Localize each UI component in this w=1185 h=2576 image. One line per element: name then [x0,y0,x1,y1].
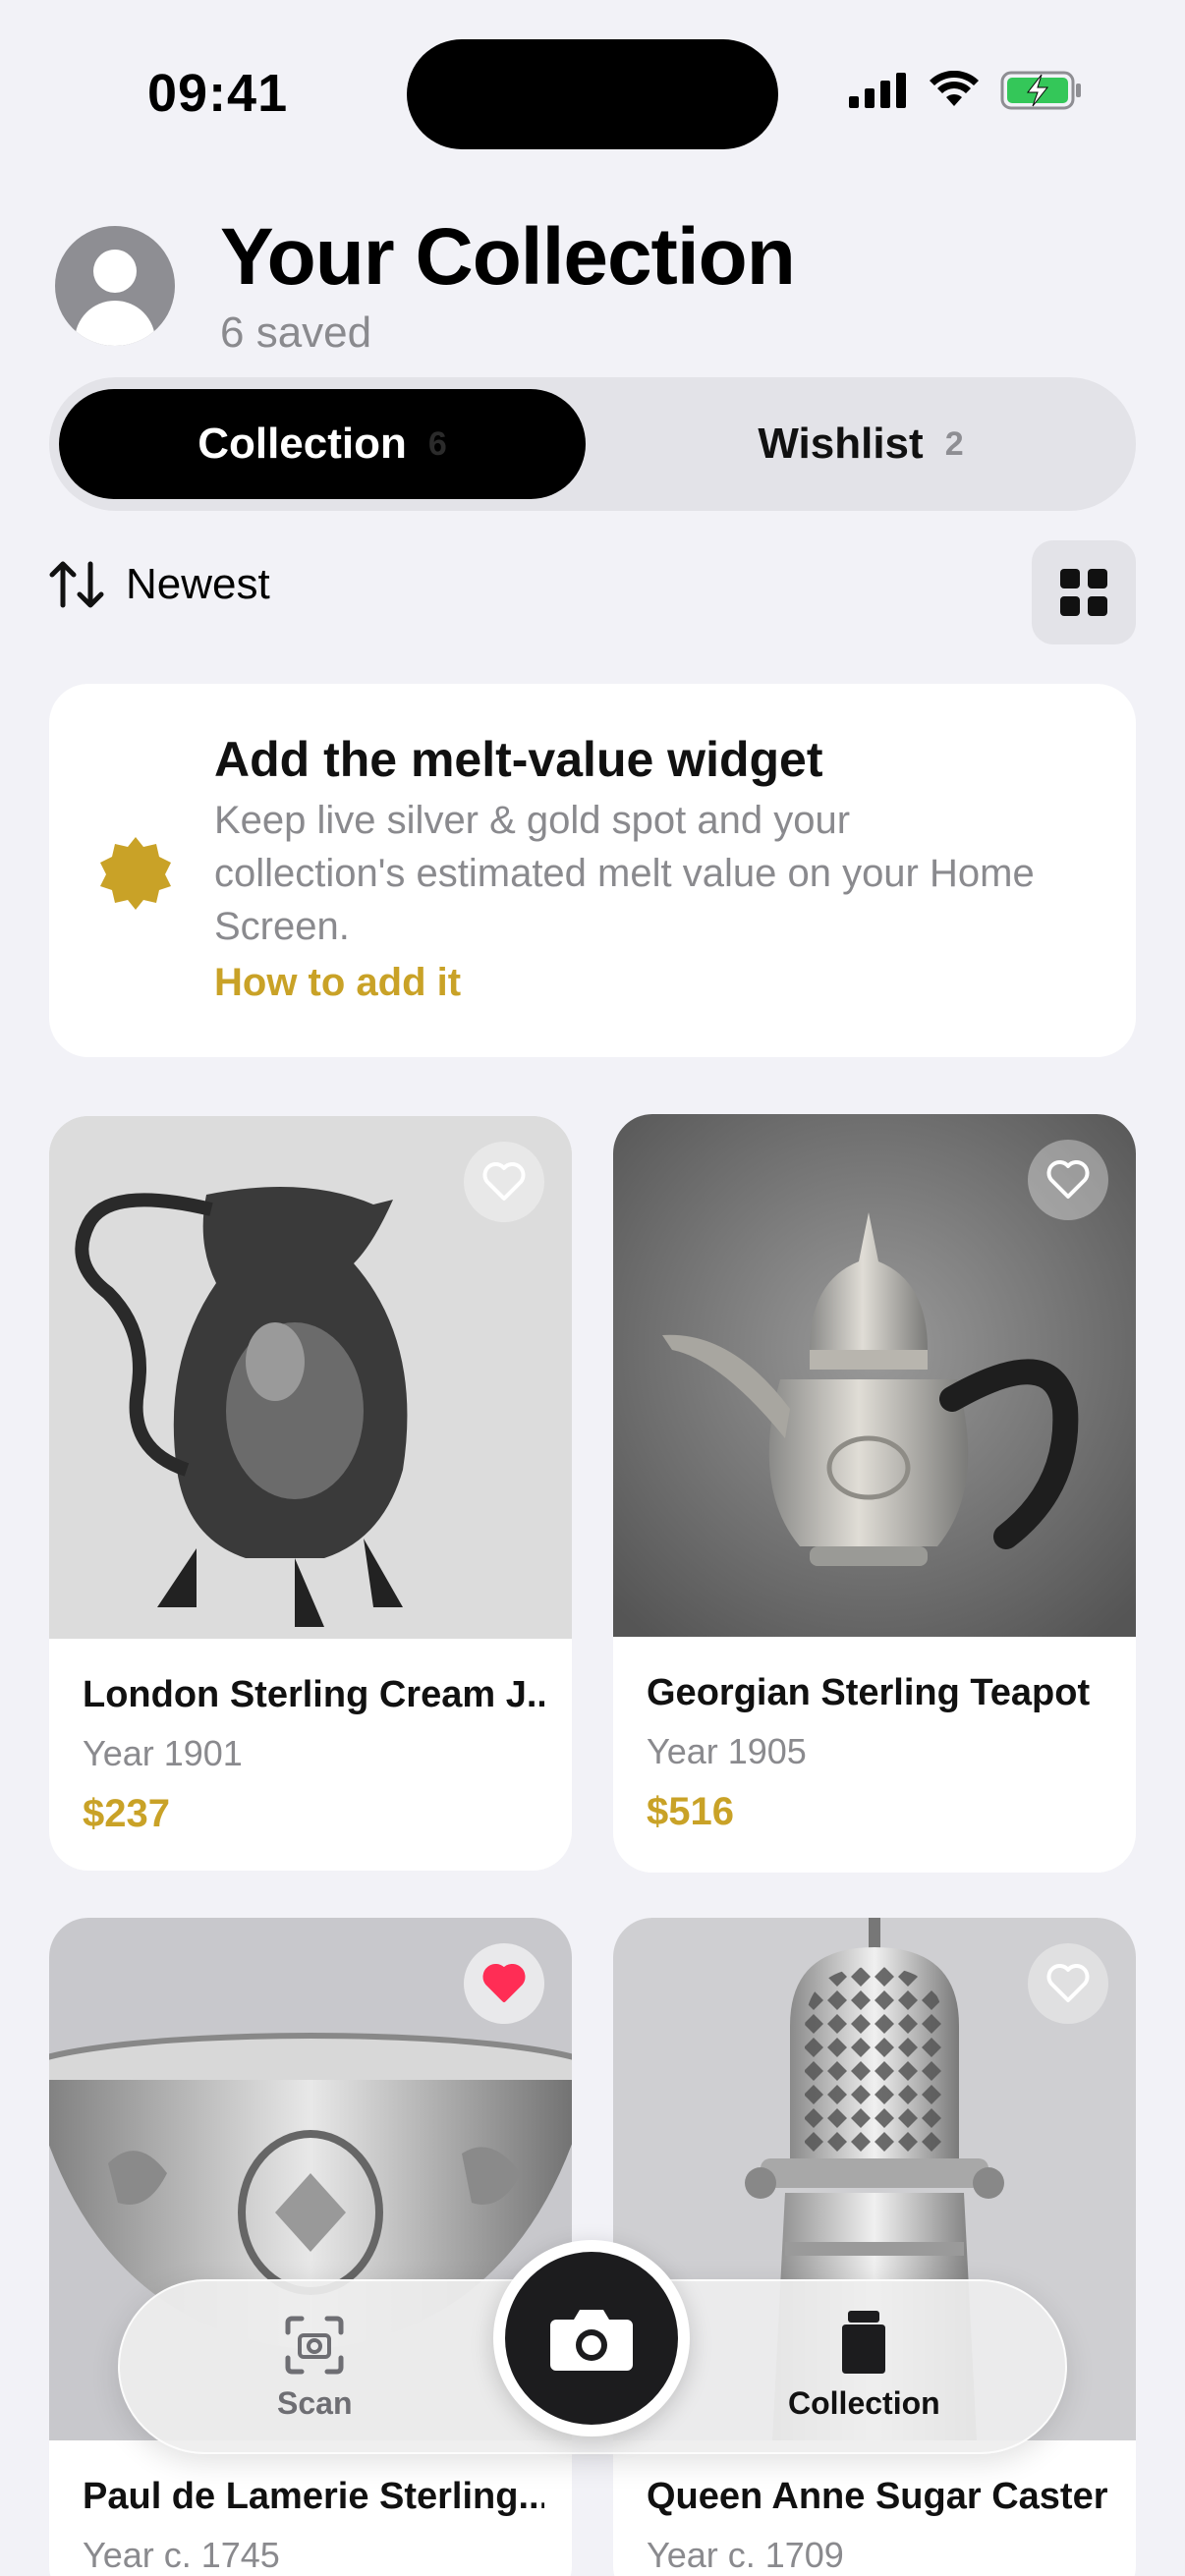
scan-viewfinder-icon [285,2316,344,2375]
collection-item-card[interactable]: London Sterling Cream J... Year 1901 $23… [49,1116,572,1871]
header-text: Your Collection 6 saved [220,210,796,358]
how-to-add-link[interactable]: How to add it [214,961,461,1005]
widget-promo-card[interactable]: Add the melt-value widget Keep live silv… [49,684,1136,1057]
item-photo [613,1114,1136,1637]
sort-arrows-icon [49,561,104,608]
avatar-body-shape [75,301,155,346]
tab-wishlist[interactable]: Wishlist 2 [595,389,1126,499]
tab-wishlist-label: Wishlist [758,420,924,468]
favorite-button[interactable] [1028,1140,1108,1220]
tab-scan[interactable]: Scan [277,2315,352,2422]
favorite-button[interactable] [464,1142,544,1222]
collection-item-card[interactable]: Queen Anne Sugar Caster Year c. 1709 [613,1918,1136,2576]
dynamic-island [407,39,778,149]
tab-collection[interactable]: Collection 6 [59,389,586,499]
promo-title: Add the melt-value widget [214,732,823,787]
item-photo [49,1116,572,1639]
item-year: Year c. 1709 [647,2535,844,2575]
item-price: $237 [83,1792,170,1835]
item-year: Year c. 1745 [83,2535,280,2575]
collection-item-card[interactable]: Georgian Sterling Teapot Year 1905 $516 [613,1114,1136,1873]
favorite-button[interactable] [464,1943,544,2024]
status-bar: 09:41 [0,0,1185,187]
gold-badge-icon [100,837,171,910]
tab-scan-label: Scan [277,2385,353,2421]
item-name: Paul de Lamerie Sterling... [83,2476,544,2517]
cellular-signal-icon [849,73,906,108]
collection-header: Your Collection 6 saved [55,210,796,358]
jar-icon [842,2311,886,2374]
grid-layout-button[interactable] [1032,540,1136,644]
tab-wishlist-count: 2 [944,424,964,463]
heart-outline-icon [482,1162,526,1201]
favorite-button[interactable] [1028,1943,1108,2024]
promo-body: Keep live silver & gold spot and your co… [214,799,1035,948]
tab-collection-nav[interactable]: Collection [788,2309,940,2422]
item-name: London Sterling Cream J... [83,1674,544,1715]
page-title: Your Collection [220,212,796,302]
status-time: 09:41 [147,64,289,123]
tab-collection-nav-label: Collection [788,2385,940,2421]
collection-item-card[interactable]: Paul de Lamerie Sterling... Year c. 1745 [49,1918,572,2576]
camera-capture-button[interactable] [493,2240,690,2436]
battery-charging-icon [1000,71,1081,110]
item-price: $516 [647,1790,734,1833]
tab-collection-label: Collection [198,420,407,468]
item-year: Year 1901 [83,1733,243,1773]
heart-outline-icon [1046,1160,1090,1199]
avatar[interactable] [55,226,175,346]
item-name: Queen Anne Sugar Caster [647,2476,1108,2517]
sort-button[interactable]: Newest [49,560,270,609]
grid-icon [1060,569,1107,616]
saved-count: 6 saved [220,308,372,357]
wifi-icon [930,71,979,106]
item-year: Year 1905 [647,1731,807,1771]
sort-label: Newest [126,560,270,608]
camera-button-inner [505,2252,678,2425]
camera-icon [550,2310,633,2371]
item-name: Georgian Sterling Teapot [647,1672,1091,1713]
collection-wishlist-segmented-control: Collection 6 Wishlist 2 [49,377,1136,511]
status-icons [849,71,1083,110]
heart-outline-icon [1046,1964,1090,2002]
tab-collection-count: 6 [427,424,447,463]
heart-filled-icon [482,1964,526,2002]
avatar-head-shape [93,250,137,293]
